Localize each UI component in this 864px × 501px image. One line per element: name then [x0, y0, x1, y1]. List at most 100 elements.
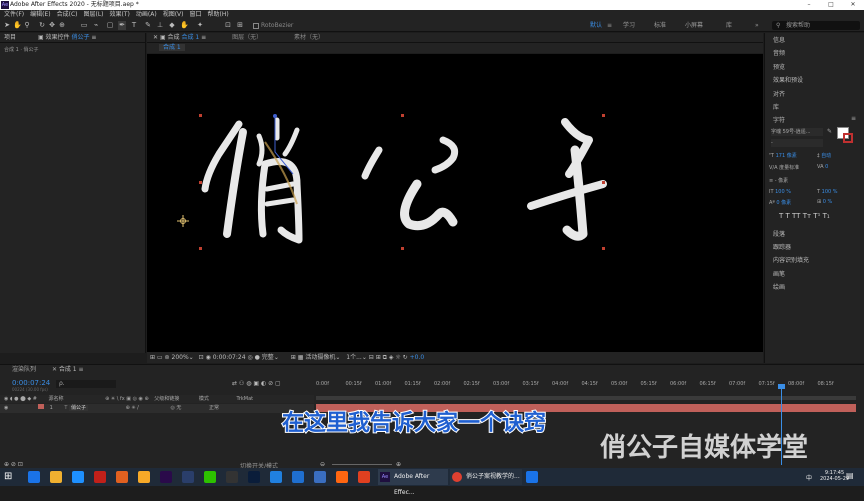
panel-align[interactable]: 对齐 — [773, 89, 785, 98]
zoom-out-icon[interactable]: ⊖ — [320, 461, 325, 468]
zoom-dropdown[interactable]: 200% — [172, 354, 189, 361]
leading-field[interactable]: ‡ 自动 — [817, 152, 831, 159]
close-comp-tab-icon[interactable]: ✕ — [52, 366, 57, 373]
time-ruler[interactable]: 0:00f 00:15f 01:00f 01:15f 02:00f 02:15f 03:00… — [316, 379, 856, 389]
exposure-value[interactable]: +0.0 — [410, 354, 425, 361]
workspace-small-screen[interactable]: 小屏幕 — [685, 21, 703, 30]
tab-footage[interactable]: 素材（无） — [294, 34, 324, 41]
grid-icon[interactable]: ⊡ — [199, 354, 204, 361]
timeline-zoom-slider[interactable] — [332, 464, 392, 465]
timeline-menu-icon[interactable]: ≡ — [79, 366, 84, 373]
selection-tool-icon[interactable]: ➤ — [3, 21, 11, 30]
maximize-button[interactable]: □ — [820, 0, 842, 10]
baseline-shift-field[interactable]: Aª 0 像素 — [769, 199, 791, 206]
task-chrome[interactable]: 俏公子案视教学的... — [450, 469, 522, 485]
font-size-field[interactable]: ᵀT 171 像素 — [769, 152, 797, 159]
layer-mode-dropdown[interactable]: 正常 — [209, 405, 219, 411]
lock-icon[interactable]: ▣ — [38, 34, 44, 41]
color-icon[interactable]: ● — [255, 354, 260, 361]
panel-preview[interactable]: 预览 — [773, 62, 785, 71]
comp-lock-icon[interactable]: ▣ — [160, 34, 166, 41]
shape-tool-icon[interactable]: ⌁ — [92, 21, 100, 30]
menu-item-6[interactable]: 视图(V) — [163, 11, 184, 18]
clone-stamp-tool-icon[interactable]: ⊥ — [156, 21, 164, 30]
eyedropper-icon[interactable]: ✎ — [827, 128, 832, 135]
layer-row[interactable]: ◉ 1 T 俏公子 ⊕ ✳ / ◎ 无 正常 — [0, 404, 314, 413]
tracking-field[interactable]: VA 0 — [817, 164, 828, 170]
comp-menu-icon[interactable]: ≡ — [201, 34, 206, 41]
layer-search-input[interactable]: ρ. — [56, 380, 116, 388]
eraser-tool-icon[interactable]: ◆ — [168, 21, 176, 30]
close-tab-icon[interactable]: ✕ — [153, 34, 158, 41]
camera-icon[interactable]: ◎ — [247, 354, 252, 361]
tsume-field[interactable]: ⊞ 0 % — [817, 199, 832, 205]
panel-paint[interactable]: 绘画 — [773, 282, 785, 291]
puppet-tool-icon[interactable]: ✦ — [196, 21, 204, 30]
char-menu-icon[interactable]: ≡ — [851, 115, 856, 122]
word-icon[interactable] — [292, 471, 304, 483]
quality-dropdown[interactable]: 完整 — [262, 354, 274, 361]
menu-item-1[interactable]: 编辑(E) — [30, 11, 50, 18]
workspace-standard[interactable]: 标准 — [654, 21, 666, 30]
mask-tool-icon[interactable]: ▭ — [80, 21, 88, 30]
obs-icon[interactable] — [226, 471, 238, 483]
workspace-default[interactable]: 默认 — [590, 21, 602, 30]
camera-tool-icon[interactable]: ✥ — [48, 21, 56, 30]
menu-item-3[interactable]: 图层(L) — [84, 11, 104, 18]
edge-browser-icon[interactable] — [28, 471, 40, 483]
region-icon[interactable]: ⊞ — [291, 354, 296, 361]
horizontal-scale-field[interactable]: T 100 % — [817, 189, 838, 195]
timeline-switch-icons[interactable]: ⇄ ⚇ ◍ ▣ ◐ ⊘ ▢ — [232, 380, 281, 387]
file-explorer-icon[interactable] — [50, 471, 62, 483]
label-color-swatch[interactable] — [37, 404, 44, 409]
taskbar-clock[interactable]: 9:17:45 2024-05-29 — [820, 470, 849, 482]
close-button[interactable]: ✕ — [842, 0, 864, 10]
browser-icon[interactable] — [72, 471, 84, 483]
menu-item-5[interactable]: 动画(A) — [136, 11, 157, 18]
tab-composition[interactable]: 合成 — [168, 34, 180, 41]
pan-behind-tool-icon[interactable]: ⊕ — [58, 21, 66, 30]
minimize-button[interactable]: – — [798, 0, 820, 10]
snap-options-icon[interactable]: ⊞ — [236, 21, 244, 30]
uplay-icon[interactable] — [270, 471, 282, 483]
zoom-tool-icon[interactable]: ⚲ — [23, 21, 31, 30]
pen-tool-icon[interactable]: ✒ — [118, 21, 126, 30]
text-style-buttons[interactable]: T T TT Tт T¹ T₁ — [779, 212, 830, 220]
app-icon[interactable] — [116, 471, 128, 483]
stroke-width-field[interactable]: ≡ - 像素 — [769, 177, 788, 184]
tab-layer[interactable]: 图层（无） — [232, 34, 262, 41]
wechat-icon[interactable] — [204, 471, 216, 483]
workspace-menu-icon[interactable]: ≡ — [607, 21, 612, 30]
transparency-icon[interactable]: ▦ — [298, 354, 304, 361]
composition-canvas[interactable] — [147, 54, 763, 352]
panel-info[interactable]: 信息 — [773, 35, 785, 44]
panel-audio[interactable]: 音频 — [773, 48, 785, 57]
rotobezier-checkbox[interactable] — [253, 23, 259, 29]
brush-tool-icon[interactable]: ✎ — [144, 21, 152, 30]
stroke-color-swatch[interactable] — [843, 133, 853, 143]
comp-label[interactable]: 合成 1 — [159, 44, 185, 51]
menu-item-0[interactable]: 文件(F) — [4, 11, 24, 18]
app-red-icon[interactable] — [358, 471, 370, 483]
camera-dropdown[interactable]: 活动摄像机 — [305, 354, 335, 361]
workspace-overflow[interactable]: » — [755, 21, 759, 30]
photoshop-icon[interactable] — [248, 471, 260, 483]
snapshot-icon[interactable]: ⊞ — [150, 354, 155, 361]
hand-tool-icon[interactable]: ✋ — [13, 21, 22, 30]
notification-icon[interactable]: ▤ — [846, 471, 854, 480]
type-tool-icon[interactable]: T — [130, 21, 138, 30]
app-blue-icon[interactable] — [314, 471, 326, 483]
menu-item-7[interactable]: 窗口 — [189, 11, 201, 18]
workspace-libraries[interactable]: 库 — [726, 21, 732, 30]
current-time[interactable]: 0:00:07:24 — [12, 379, 50, 387]
viewer-timecode[interactable]: 0:00:07:24 — [213, 354, 246, 361]
capture-icon[interactable] — [182, 471, 194, 483]
premiere-icon[interactable] — [160, 471, 172, 483]
sticky-app-icon[interactable] — [138, 471, 150, 483]
camera-snap-icon[interactable]: ◉ — [206, 354, 211, 361]
vertical-scale-field[interactable]: IT 100 % — [769, 189, 791, 195]
font-style-dropdown[interactable]: - — [771, 139, 823, 147]
firefox-icon[interactable] — [336, 471, 348, 483]
snap-icon[interactable]: ⊡ — [224, 21, 232, 30]
playhead-handle-icon[interactable] — [778, 384, 785, 389]
